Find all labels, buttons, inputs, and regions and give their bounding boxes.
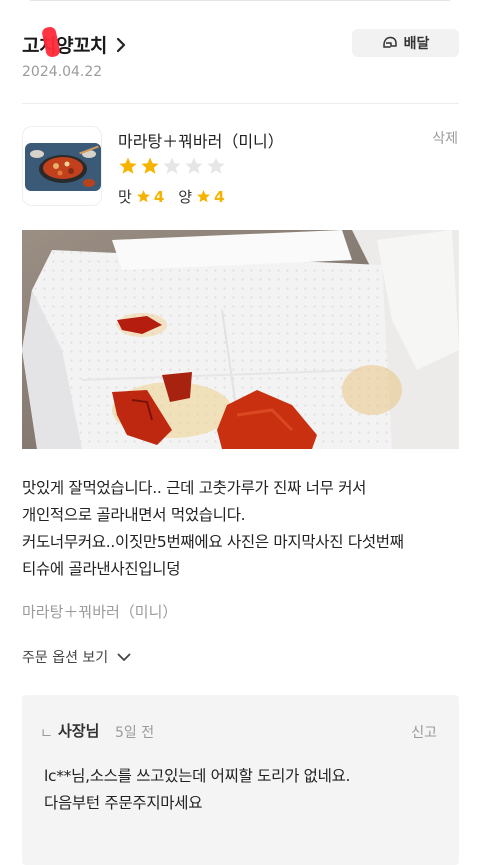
amount-score: 4	[214, 187, 225, 206]
menu-name: 마라탕＋꿔바러（미니）	[118, 132, 284, 151]
ordered-menu: 마라탕＋꿔바러（미니）	[22, 603, 178, 621]
owner-name: 사장님	[58, 722, 100, 740]
reply-body: lc**님,소스를 쓰고있는데 어찌할 도리가 없네요. 다음부턴 주문주지마세…	[44, 763, 444, 817]
report-button[interactable]: 신고	[411, 722, 437, 742]
reply-text-line: lc**님,소스를 쓰고있는데 어찌할 도리가 없네요.	[44, 767, 351, 785]
amount-label: 양	[178, 188, 193, 206]
store-name: 고치양꼬치	[22, 35, 107, 57]
delivery-button-label: 배달	[403, 36, 430, 52]
store-link[interactable]: 고치양꼬치	[22, 25, 129, 59]
delivery-button[interactable]: 배달	[352, 29, 459, 57]
star-empty-icon	[207, 157, 225, 174]
review-text-line: 커도너무커요..이짓만5번째에요 사진은 마지막사진 다섯번째	[22, 533, 404, 551]
menu-thumbnail[interactable]	[22, 126, 102, 206]
star-empty-icon	[163, 157, 181, 174]
chevron-right-icon	[116, 37, 126, 52]
helmet-icon	[382, 36, 397, 48]
taste-score: 4	[153, 187, 165, 206]
review-header: 고치양꼬치 배달	[22, 25, 459, 68]
reply-text-line: 다음부턴 주문주지마세요	[44, 794, 203, 812]
review-text-line: 맛있게 잘먹었습니다.. 근데 고춧가루가 진짜 너무 커서	[22, 479, 367, 497]
star-rating	[118, 156, 226, 176]
review-photo[interactable]	[22, 230, 459, 449]
star-empty-icon	[185, 157, 203, 174]
star-icon	[136, 190, 150, 203]
taste-label: 맛	[118, 188, 132, 206]
menu-thumbnail-image	[23, 127, 101, 205]
star-icon	[141, 157, 159, 174]
order-options-toggle[interactable]: 주문 옵션 보기	[22, 647, 132, 667]
star-icon	[119, 157, 137, 174]
section-divider	[22, 103, 459, 104]
review-photo-image	[22, 230, 459, 449]
sub-ratings: 맛 4 양 4	[118, 186, 239, 207]
review-body: 맛있게 잘먹었습니다.. 근데 고춧가루가 진짜 너무 커서 개인적으로 골라내…	[22, 475, 462, 583]
star-icon	[197, 190, 211, 203]
review-date: 2024.04.22	[22, 64, 103, 80]
review-text-line: 티슈에 골라낸사진입니덩	[22, 560, 181, 578]
order-options-label: 주문 옵션 보기	[22, 650, 109, 666]
owner-reply: ㄴ 사장님 5일 전 신고 lc**님,소스를 쓰고있는데 어찌할 도리가 없네…	[22, 695, 459, 865]
delete-button[interactable]: 삭제	[432, 128, 458, 148]
top-divider	[30, 0, 450, 1]
reply-indicator: ㄴ	[40, 726, 53, 742]
review-text-line: 개인적으로 골라내면서 먹었습니다.	[22, 506, 246, 524]
reply-time: 5일 전	[115, 725, 155, 741]
chevron-down-icon	[117, 653, 131, 661]
